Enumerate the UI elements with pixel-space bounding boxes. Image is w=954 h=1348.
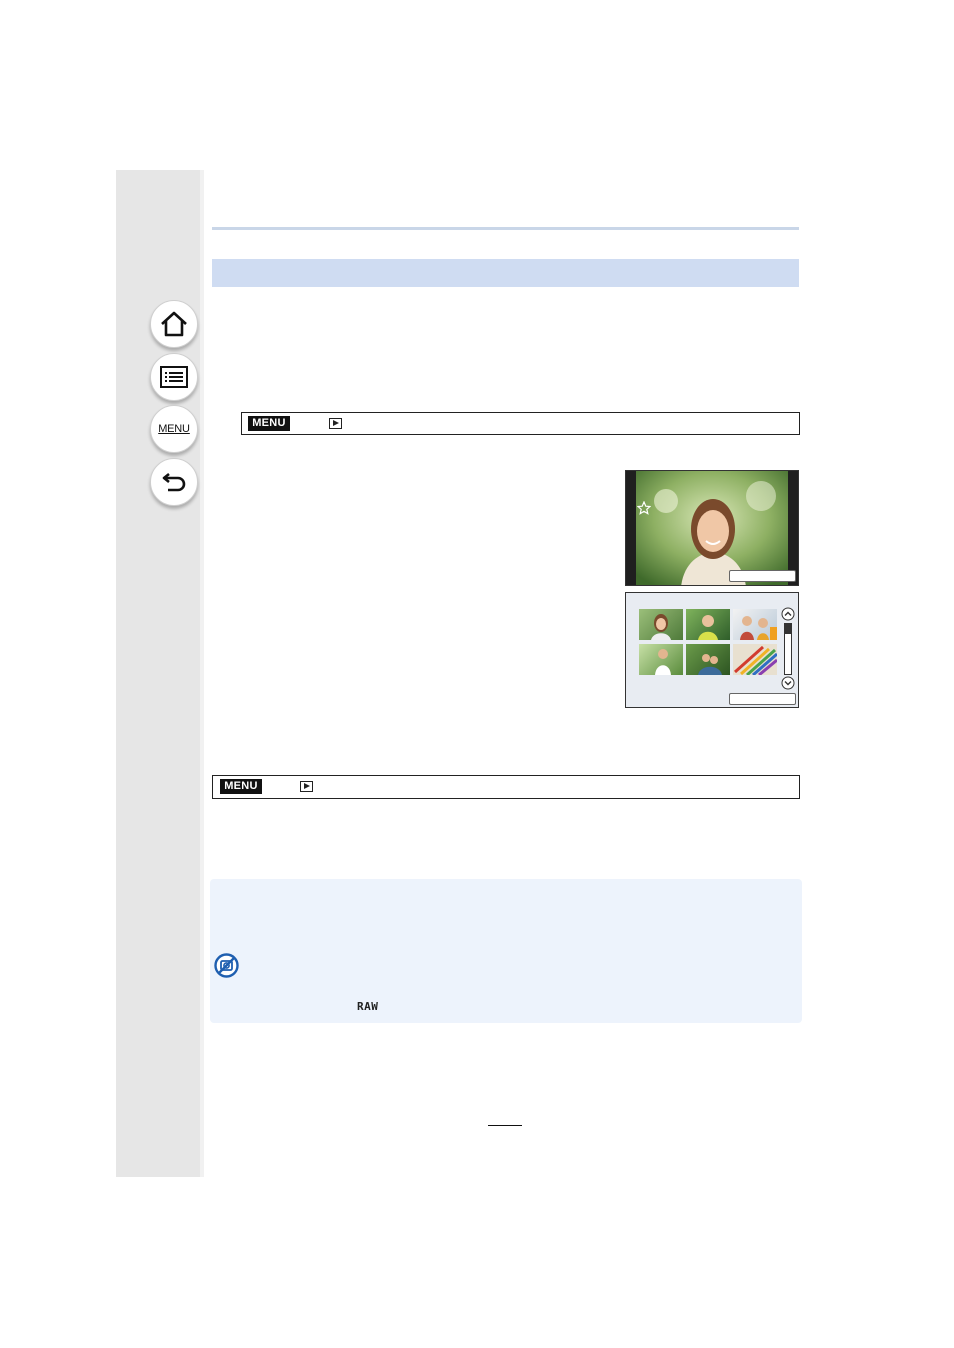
- thumbnail: [733, 644, 777, 675]
- screen-set-button: [729, 570, 796, 582]
- header-rule: [212, 227, 799, 230]
- back-arrow-icon: [162, 472, 186, 492]
- playback-icon: [329, 418, 342, 429]
- menu-icon: MENU: [158, 423, 190, 435]
- scroll-down-icon: [781, 676, 795, 690]
- menu-path-box-2: MENU: [212, 775, 800, 799]
- thumbnail-screen-preview: [625, 592, 799, 708]
- contents-button[interactable]: [150, 353, 198, 401]
- portrait-photo: [626, 471, 798, 585]
- home-icon: [161, 311, 187, 337]
- thumbnail: [733, 609, 777, 640]
- menu-button[interactable]: MENU: [150, 405, 198, 453]
- favorite-star-icon: [637, 501, 651, 515]
- list-icon: [160, 366, 188, 388]
- thumbnail: [639, 609, 683, 640]
- section-heading-bar: [212, 259, 799, 287]
- scrollbar: [784, 623, 792, 675]
- page-number: [488, 1115, 522, 1126]
- menu-path-box-1: MENU: [241, 412, 800, 435]
- sidebar-edge: [200, 170, 204, 1177]
- home-button[interactable]: [150, 300, 198, 348]
- scrollbar-thumb: [785, 624, 791, 634]
- thumbnail: [686, 644, 730, 675]
- thumbnail: [639, 644, 683, 675]
- raw-format-label: RAW: [357, 1000, 379, 1013]
- playback-icon: [300, 781, 313, 792]
- menu-badge: MENU: [248, 416, 290, 431]
- thumbnail: [686, 609, 730, 640]
- not-available-icon: [214, 953, 239, 978]
- screen-set-button: [729, 693, 796, 705]
- notes-panel: [210, 879, 802, 1023]
- scroll-up-icon: [781, 607, 795, 621]
- back-button[interactable]: [150, 458, 198, 506]
- playback-screen-preview: [625, 470, 799, 586]
- menu-badge: MENU: [220, 779, 262, 794]
